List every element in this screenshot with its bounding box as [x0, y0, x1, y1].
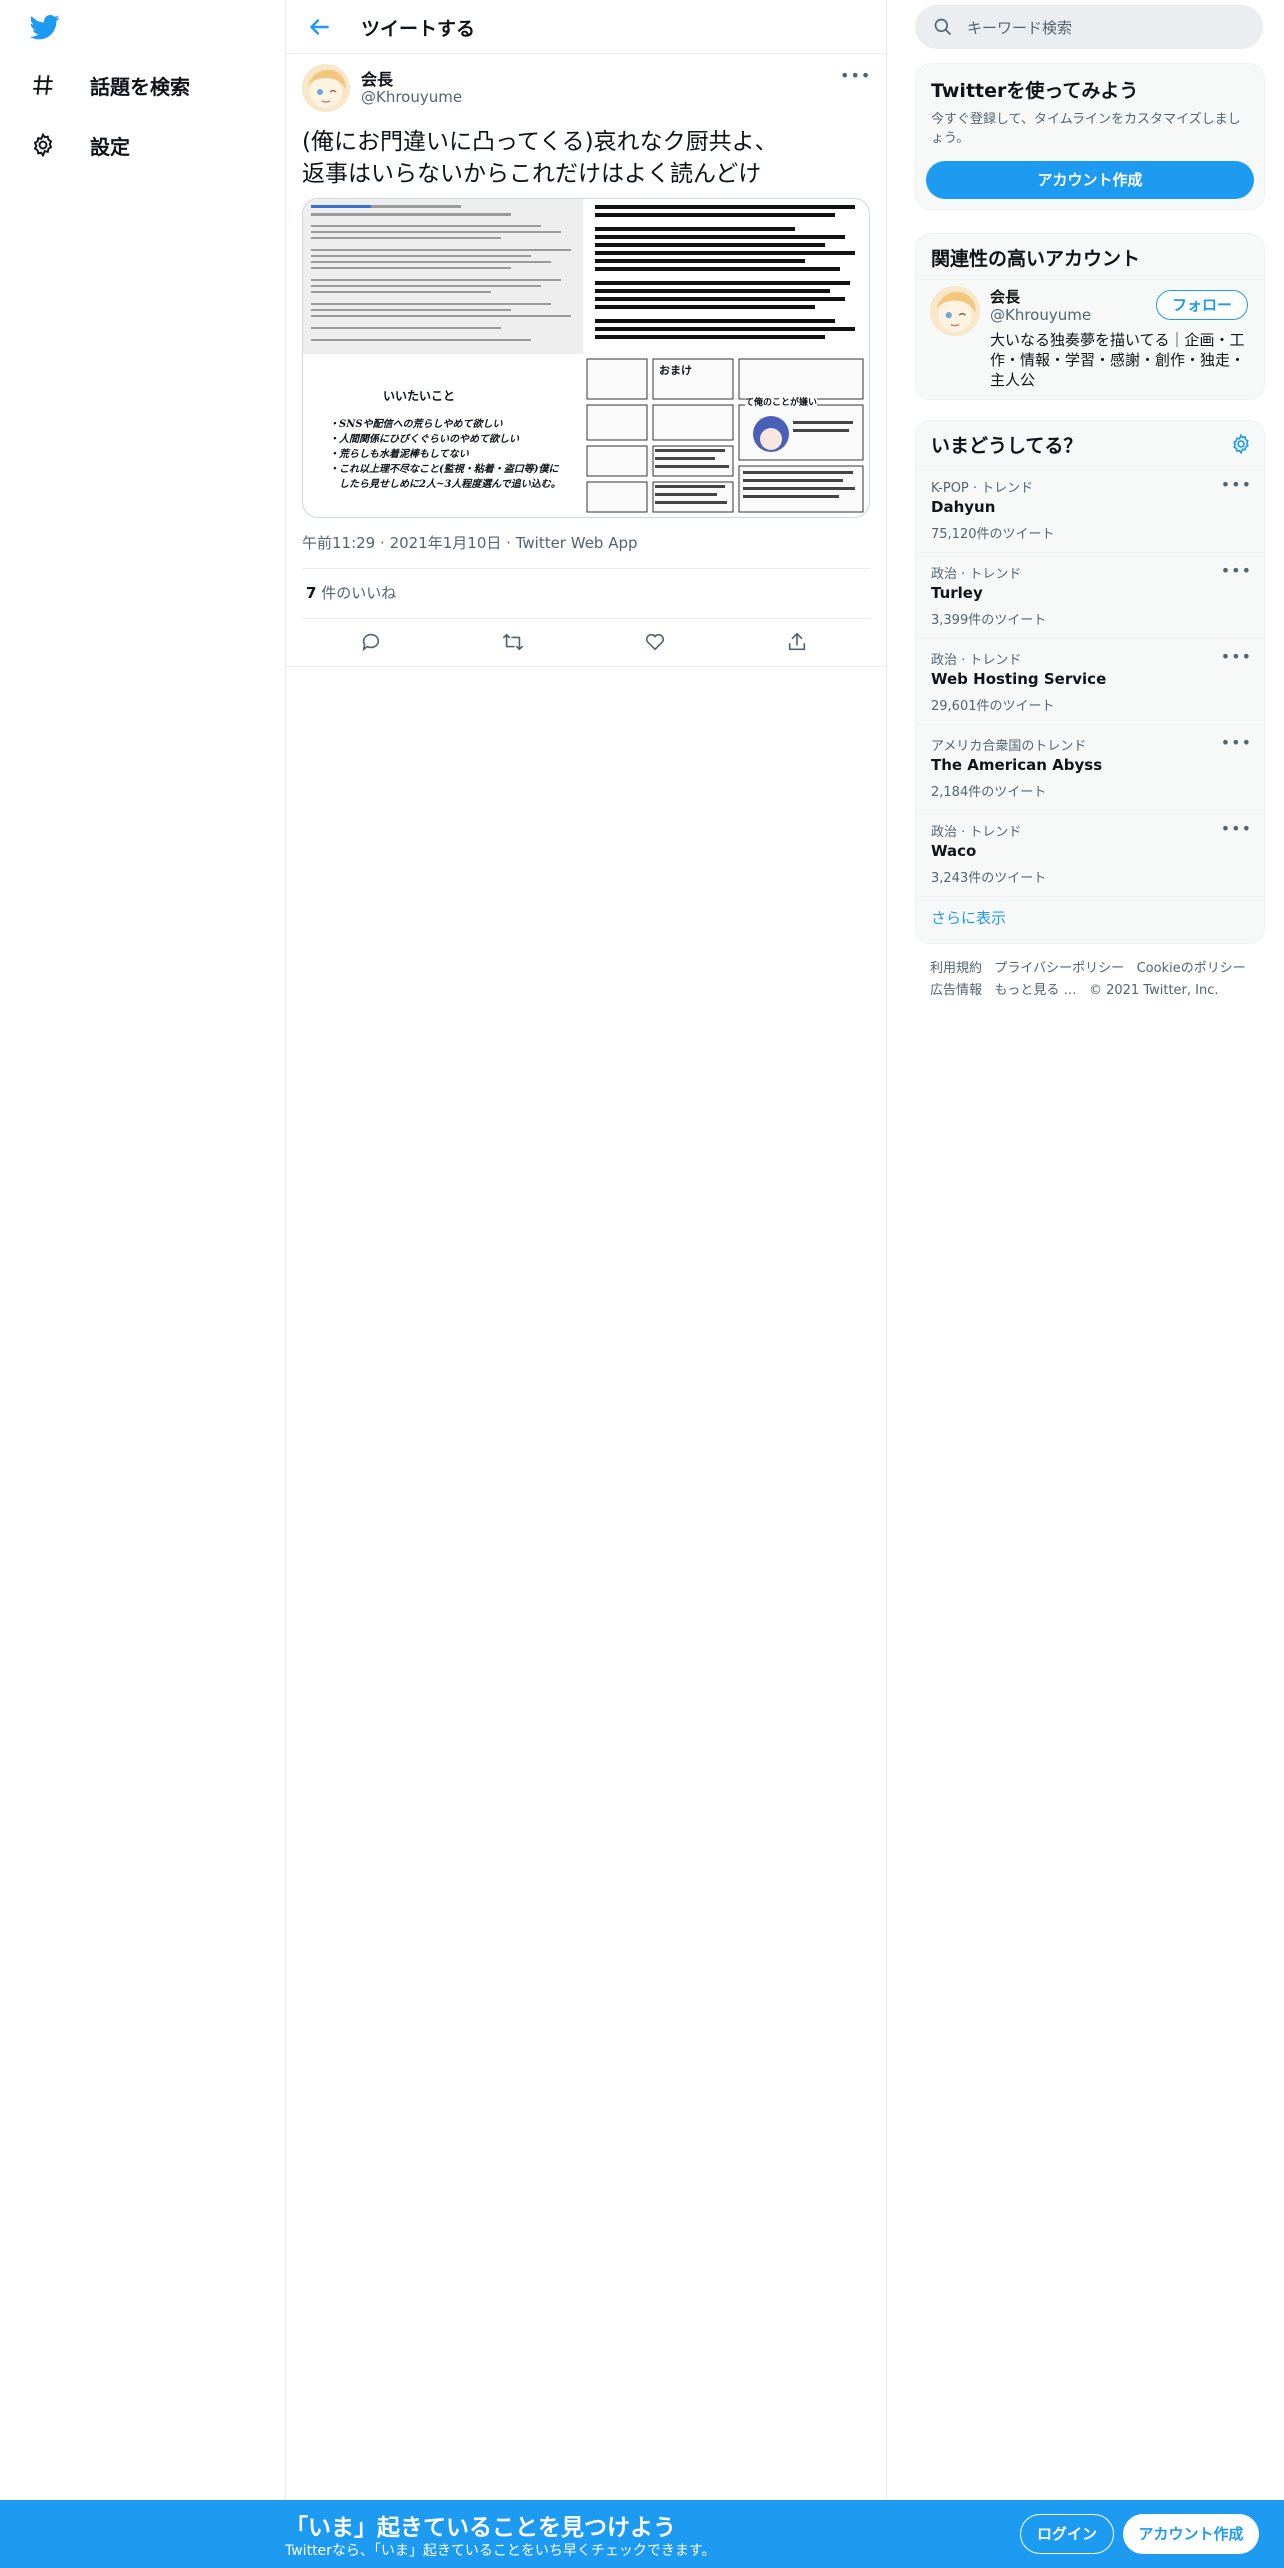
media-left-points: ・SNSや配信への荒らしやめて欲しい ・人間関係にひびくぐらいのやめて欲しい ・… [329, 417, 589, 492]
signup-card-desc: 今すぐ登録して、タイムラインをカスタマイズしましょう。 [931, 112, 1241, 146]
trend-category: 政治 · トレンド [931, 567, 1022, 582]
reply-icon[interactable] [354, 625, 388, 659]
trend-item[interactable]: アメリカ合衆国のトレンド The American Abyss 2,184件のツ… [916, 724, 1264, 811]
media-left-heading: いいたいこと [383, 389, 456, 403]
avatar[interactable] [930, 286, 980, 336]
retweet-icon[interactable] [496, 625, 530, 659]
trend-more-icon[interactable]: ••• [1221, 733, 1252, 752]
media-right-heading: おまけ [659, 364, 692, 377]
main-column: ツイートする 会長 @Khrouyume ••• (俺にお門違いに凸ってくる)哀… [285, 0, 887, 2500]
copyright: © 2021 Twitter, Inc. [1088, 983, 1219, 998]
divider [302, 618, 870, 619]
tweet-author-name[interactable]: 会長 [361, 66, 393, 90]
nav-settings[interactable]: 設定 [28, 125, 130, 165]
page-title: ツイートする [361, 18, 476, 40]
trend-item[interactable]: 政治 · トレンド Web Hosting Service 29,601件のツイ… [916, 638, 1264, 725]
related-accounts-title: 関連性の高いアカウント [931, 248, 1141, 270]
settings-gear-icon[interactable] [1230, 433, 1252, 459]
trend-category: 政治 · トレンド [931, 825, 1022, 840]
right-sidebar: キーワード検索 Twitterを使ってみよう 今すぐ登録して、タイムラインをカス… [885, 0, 1284, 1100]
divider [916, 896, 1264, 897]
media-point: したら見せしめに2人~3人程度選んで追い込む。 [329, 479, 561, 490]
trend-more-icon[interactable]: ••• [1221, 819, 1252, 838]
related-account-bio: 大いなる独奏夢を描いてる｜企画・工作・情報・学習・感謝・創作・独走・主人公 [990, 331, 1246, 389]
like-icon[interactable] [638, 625, 672, 659]
trend-category: アメリカ合衆国のトレンド [931, 739, 1087, 754]
page-header: ツイートする [286, 0, 886, 54]
follow-button[interactable]: フォロー [1156, 290, 1248, 320]
share-icon[interactable] [780, 625, 814, 659]
related-account-name[interactable]: 会長 [990, 286, 1020, 307]
search-box[interactable]: キーワード検索 [915, 5, 1263, 49]
trend-item[interactable]: 政治 · トレンド Turley 3,399件のツイート ••• [916, 552, 1264, 639]
gear-icon [28, 130, 58, 160]
tweet-source[interactable]: Twitter Web App [516, 534, 638, 552]
trend-category: K-POP · トレンド [931, 481, 1034, 496]
more-link[interactable]: もっと見る … [994, 983, 1076, 998]
related-account-handle[interactable]: @Khrouyume [990, 306, 1091, 324]
hashtag-icon [28, 70, 58, 100]
signup-card-title: Twitterを使ってみよう [931, 80, 1139, 102]
related-accounts-card: 関連性の高いアカウント 会長 @Khrouyume フォロー 大いなる独奏夢を描… [915, 233, 1265, 400]
tweet-date[interactable]: 2021年1月10日 [390, 534, 502, 552]
media-point: ・これ以上理不尽なこと(監視・粘着・盗口等)僕に [329, 464, 559, 475]
media-point: ・荒らしも水着泥棒もしてない [329, 449, 469, 460]
trend-item[interactable]: 政治 · トレンド Waco 3,243件のツイート ••• [916, 810, 1264, 897]
trend-count: 2,184件のツイート [931, 785, 1047, 800]
create-account-button[interactable]: アカウント作成 [926, 161, 1254, 199]
trend-count: 29,601件のツイート [931, 699, 1055, 714]
twitter-logo-icon[interactable] [28, 12, 62, 42]
trend-name: Turley [931, 584, 983, 602]
signup-button[interactable]: アカウント作成 [1123, 2514, 1259, 2554]
divider [302, 568, 870, 569]
likes-label: 件のいいね [321, 584, 397, 602]
nav-explore-label: 話題を検索 [90, 74, 190, 99]
divider [286, 666, 886, 667]
tweet-media-image[interactable]: いいたいこと ・SNSや配信への荒らしやめて欲しい ・人間関係にひびくぐらいのや… [302, 198, 870, 518]
trend-count: 3,243件のツイート [931, 871, 1047, 886]
tweet-author-handle[interactable]: @Khrouyume [361, 88, 462, 106]
trend-more-icon[interactable]: ••• [1221, 647, 1252, 666]
left-navigation: 話題を検索 設定 [0, 0, 285, 2500]
tweet-time[interactable]: 午前11:29 [302, 534, 375, 552]
trend-name: Dahyun [931, 498, 996, 516]
banner-subtext: Twitterなら、「いま」起きていることをいち早くチェックできます。 [285, 2543, 716, 2559]
search-icon [933, 17, 953, 41]
tweet-meta: 午前11:29 · 2021年1月10日 · Twitter Web App [302, 534, 638, 552]
bottom-signup-banner: 「いま」起きていることを見つけよう Twitterなら、「いま」起きていることを… [0, 2500, 1284, 2568]
nav-settings-label: 設定 [90, 134, 130, 159]
trend-more-icon[interactable]: ••• [1221, 475, 1252, 494]
trend-item[interactable]: K-POP · トレンド Dahyun 75,120件のツイート ••• [916, 466, 1264, 553]
signup-card: Twitterを使ってみよう 今すぐ登録して、タイムラインをカスタマイズしましょ… [915, 63, 1265, 210]
trend-more-icon[interactable]: ••• [1221, 561, 1252, 580]
trend-category: 政治 · トレンド [931, 653, 1022, 668]
trends-card: いまどうしてる？ K-POP · トレンド Dahyun 75,120件のツイー… [915, 420, 1265, 944]
trend-count: 3,399件のツイート [931, 613, 1047, 628]
trend-name: The American Abyss [931, 756, 1103, 774]
ads-info-link[interactable]: 広告情報 [930, 983, 982, 998]
nav-explore[interactable]: 話題を検索 [28, 65, 190, 105]
media-right-caption: て俺のことが嫌い [745, 395, 818, 408]
avatar[interactable] [302, 64, 350, 112]
privacy-link[interactable]: プライバシーポリシー [994, 961, 1124, 976]
trend-name: Web Hosting Service [931, 670, 1107, 688]
back-arrow-icon[interactable] [306, 14, 332, 40]
banner-headline: 「いま」起きていることを見つけよう [285, 2515, 676, 2541]
trends-title: いまどうしてる？ [931, 435, 1083, 457]
divider [916, 279, 1264, 280]
footer-links: 利用規約 プライバシーポリシー Cookieのポリシー 広告情報 もっと見る …… [930, 958, 1260, 1002]
trend-count: 75,120件のツイート [931, 527, 1055, 542]
trend-name: Waco [931, 842, 977, 860]
login-button[interactable]: ログイン [1020, 2514, 1114, 2554]
more-options-icon[interactable]: ••• [840, 66, 871, 85]
likes-count: 7 [306, 584, 317, 602]
tweet-text: (俺にお門違いに凸ってくる)哀れなク厨共よ、 返事はいらないからこれだけはよく読… [302, 129, 778, 187]
search-input[interactable]: キーワード検索 [967, 17, 1072, 38]
show-more-link[interactable]: さらに表示 [931, 907, 1006, 928]
cookie-link[interactable]: Cookieのポリシー [1137, 961, 1246, 976]
media-point: ・SNSや配信への荒らしやめて欲しい [329, 419, 503, 430]
media-point: ・人間関係にひびくぐらいのやめて欲しい [329, 434, 519, 445]
likes-stat[interactable]: 7 件のいいね [306, 582, 396, 603]
terms-link[interactable]: 利用規約 [930, 961, 982, 976]
